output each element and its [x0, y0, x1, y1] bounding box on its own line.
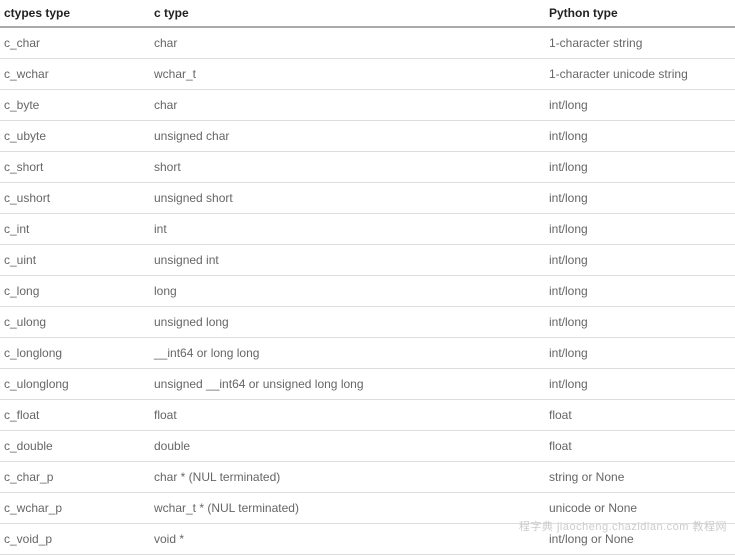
table-cell: float: [545, 400, 735, 431]
table-row: c_charchar1-character string: [0, 27, 735, 59]
table-cell: 1-character unicode string: [545, 59, 735, 90]
header-c-type: c type: [150, 0, 545, 27]
table-cell: c_int: [0, 214, 150, 245]
table-cell: void *: [150, 524, 545, 555]
table-cell: c_ulonglong: [0, 369, 150, 400]
table-cell: c_char: [0, 27, 150, 59]
table-cell: char: [150, 27, 545, 59]
table-row: c_doubledoublefloat: [0, 431, 735, 462]
table-cell: int/long: [545, 276, 735, 307]
table-cell: int/long: [545, 90, 735, 121]
table-cell: c_wchar_p: [0, 493, 150, 524]
table-row: c_char_pchar * (NUL terminated)string or…: [0, 462, 735, 493]
table-cell: int/long: [545, 369, 735, 400]
table-cell: __int64 or long long: [150, 338, 545, 369]
table-cell: char: [150, 90, 545, 121]
table-cell: char * (NUL terminated): [150, 462, 545, 493]
table-cell: c_longlong: [0, 338, 150, 369]
table-cell: int: [150, 214, 545, 245]
table-cell: int/long: [545, 214, 735, 245]
table-row: c_ulonglongunsigned __int64 or unsigned …: [0, 369, 735, 400]
table-row: c_ubyteunsigned charint/long: [0, 121, 735, 152]
table-cell: c_float: [0, 400, 150, 431]
table-cell: unicode or None: [545, 493, 735, 524]
table-cell: c_uint: [0, 245, 150, 276]
table-cell: unsigned long: [150, 307, 545, 338]
table-row: c_void_pvoid *int/long or None: [0, 524, 735, 555]
table-cell: c_ushort: [0, 183, 150, 214]
table-cell: wchar_t: [150, 59, 545, 90]
table-cell: c_void_p: [0, 524, 150, 555]
table-cell: int/long or None: [545, 524, 735, 555]
table-cell: c_char_p: [0, 462, 150, 493]
table-cell: int/long: [545, 152, 735, 183]
table-cell: wchar_t * (NUL terminated): [150, 493, 545, 524]
table-row: c_wchar_pwchar_t * (NUL terminated)unico…: [0, 493, 735, 524]
table-row: c_bytecharint/long: [0, 90, 735, 121]
table-row: c_uintunsigned intint/long: [0, 245, 735, 276]
table-row: c_floatfloatfloat: [0, 400, 735, 431]
table-cell: float: [545, 431, 735, 462]
table-cell: double: [150, 431, 545, 462]
table-cell: c_ulong: [0, 307, 150, 338]
table-cell: unsigned int: [150, 245, 545, 276]
table-cell: c_byte: [0, 90, 150, 121]
table-row: c_longlongint/long: [0, 276, 735, 307]
table-row: c_ushortunsigned shortint/long: [0, 183, 735, 214]
table-cell: c_wchar: [0, 59, 150, 90]
table-cell: c_double: [0, 431, 150, 462]
table-row: c_ulongunsigned longint/long: [0, 307, 735, 338]
table-cell: unsigned char: [150, 121, 545, 152]
table-cell: int/long: [545, 245, 735, 276]
table-cell: int/long: [545, 121, 735, 152]
table-cell: short: [150, 152, 545, 183]
table-row: c_wcharwchar_t1-character unicode string: [0, 59, 735, 90]
ctypes-type-mapping-table: ctypes type c type Python type c_charcha…: [0, 0, 735, 555]
table-header-row: ctypes type c type Python type: [0, 0, 735, 27]
table-cell: long: [150, 276, 545, 307]
header-python-type: Python type: [545, 0, 735, 27]
header-ctypes-type: ctypes type: [0, 0, 150, 27]
table-cell: int/long: [545, 307, 735, 338]
table-cell: c_long: [0, 276, 150, 307]
table-cell: int/long: [545, 338, 735, 369]
table-cell: unsigned __int64 or unsigned long long: [150, 369, 545, 400]
table-cell: c_ubyte: [0, 121, 150, 152]
table-cell: unsigned short: [150, 183, 545, 214]
table-cell: c_short: [0, 152, 150, 183]
table-cell: 1-character string: [545, 27, 735, 59]
table-row: c_shortshortint/long: [0, 152, 735, 183]
table-cell: string or None: [545, 462, 735, 493]
table-row: c_longlong__int64 or long longint/long: [0, 338, 735, 369]
table-row: c_intintint/long: [0, 214, 735, 245]
table-cell: int/long: [545, 183, 735, 214]
table-cell: float: [150, 400, 545, 431]
